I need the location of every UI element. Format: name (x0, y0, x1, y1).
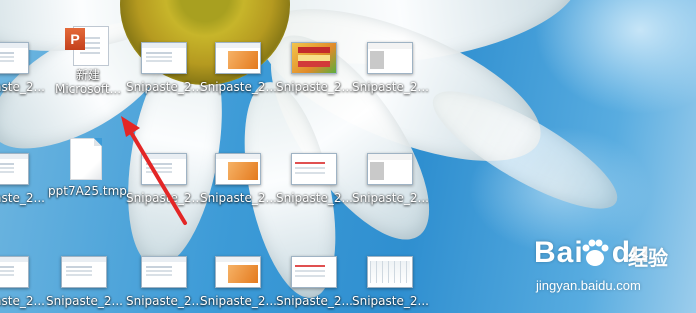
baidu-jingyan-watermark: Bai du 经验 jingyan.baidu.com (534, 236, 694, 306)
desktop-background: Snipaste_2... P 新建 Microsoft... Snipaste… (0, 0, 696, 313)
watermark-url: jingyan.baidu.com (536, 278, 641, 293)
watermark-jingyan: 经验 (628, 246, 668, 270)
paw-icon (582, 239, 609, 266)
